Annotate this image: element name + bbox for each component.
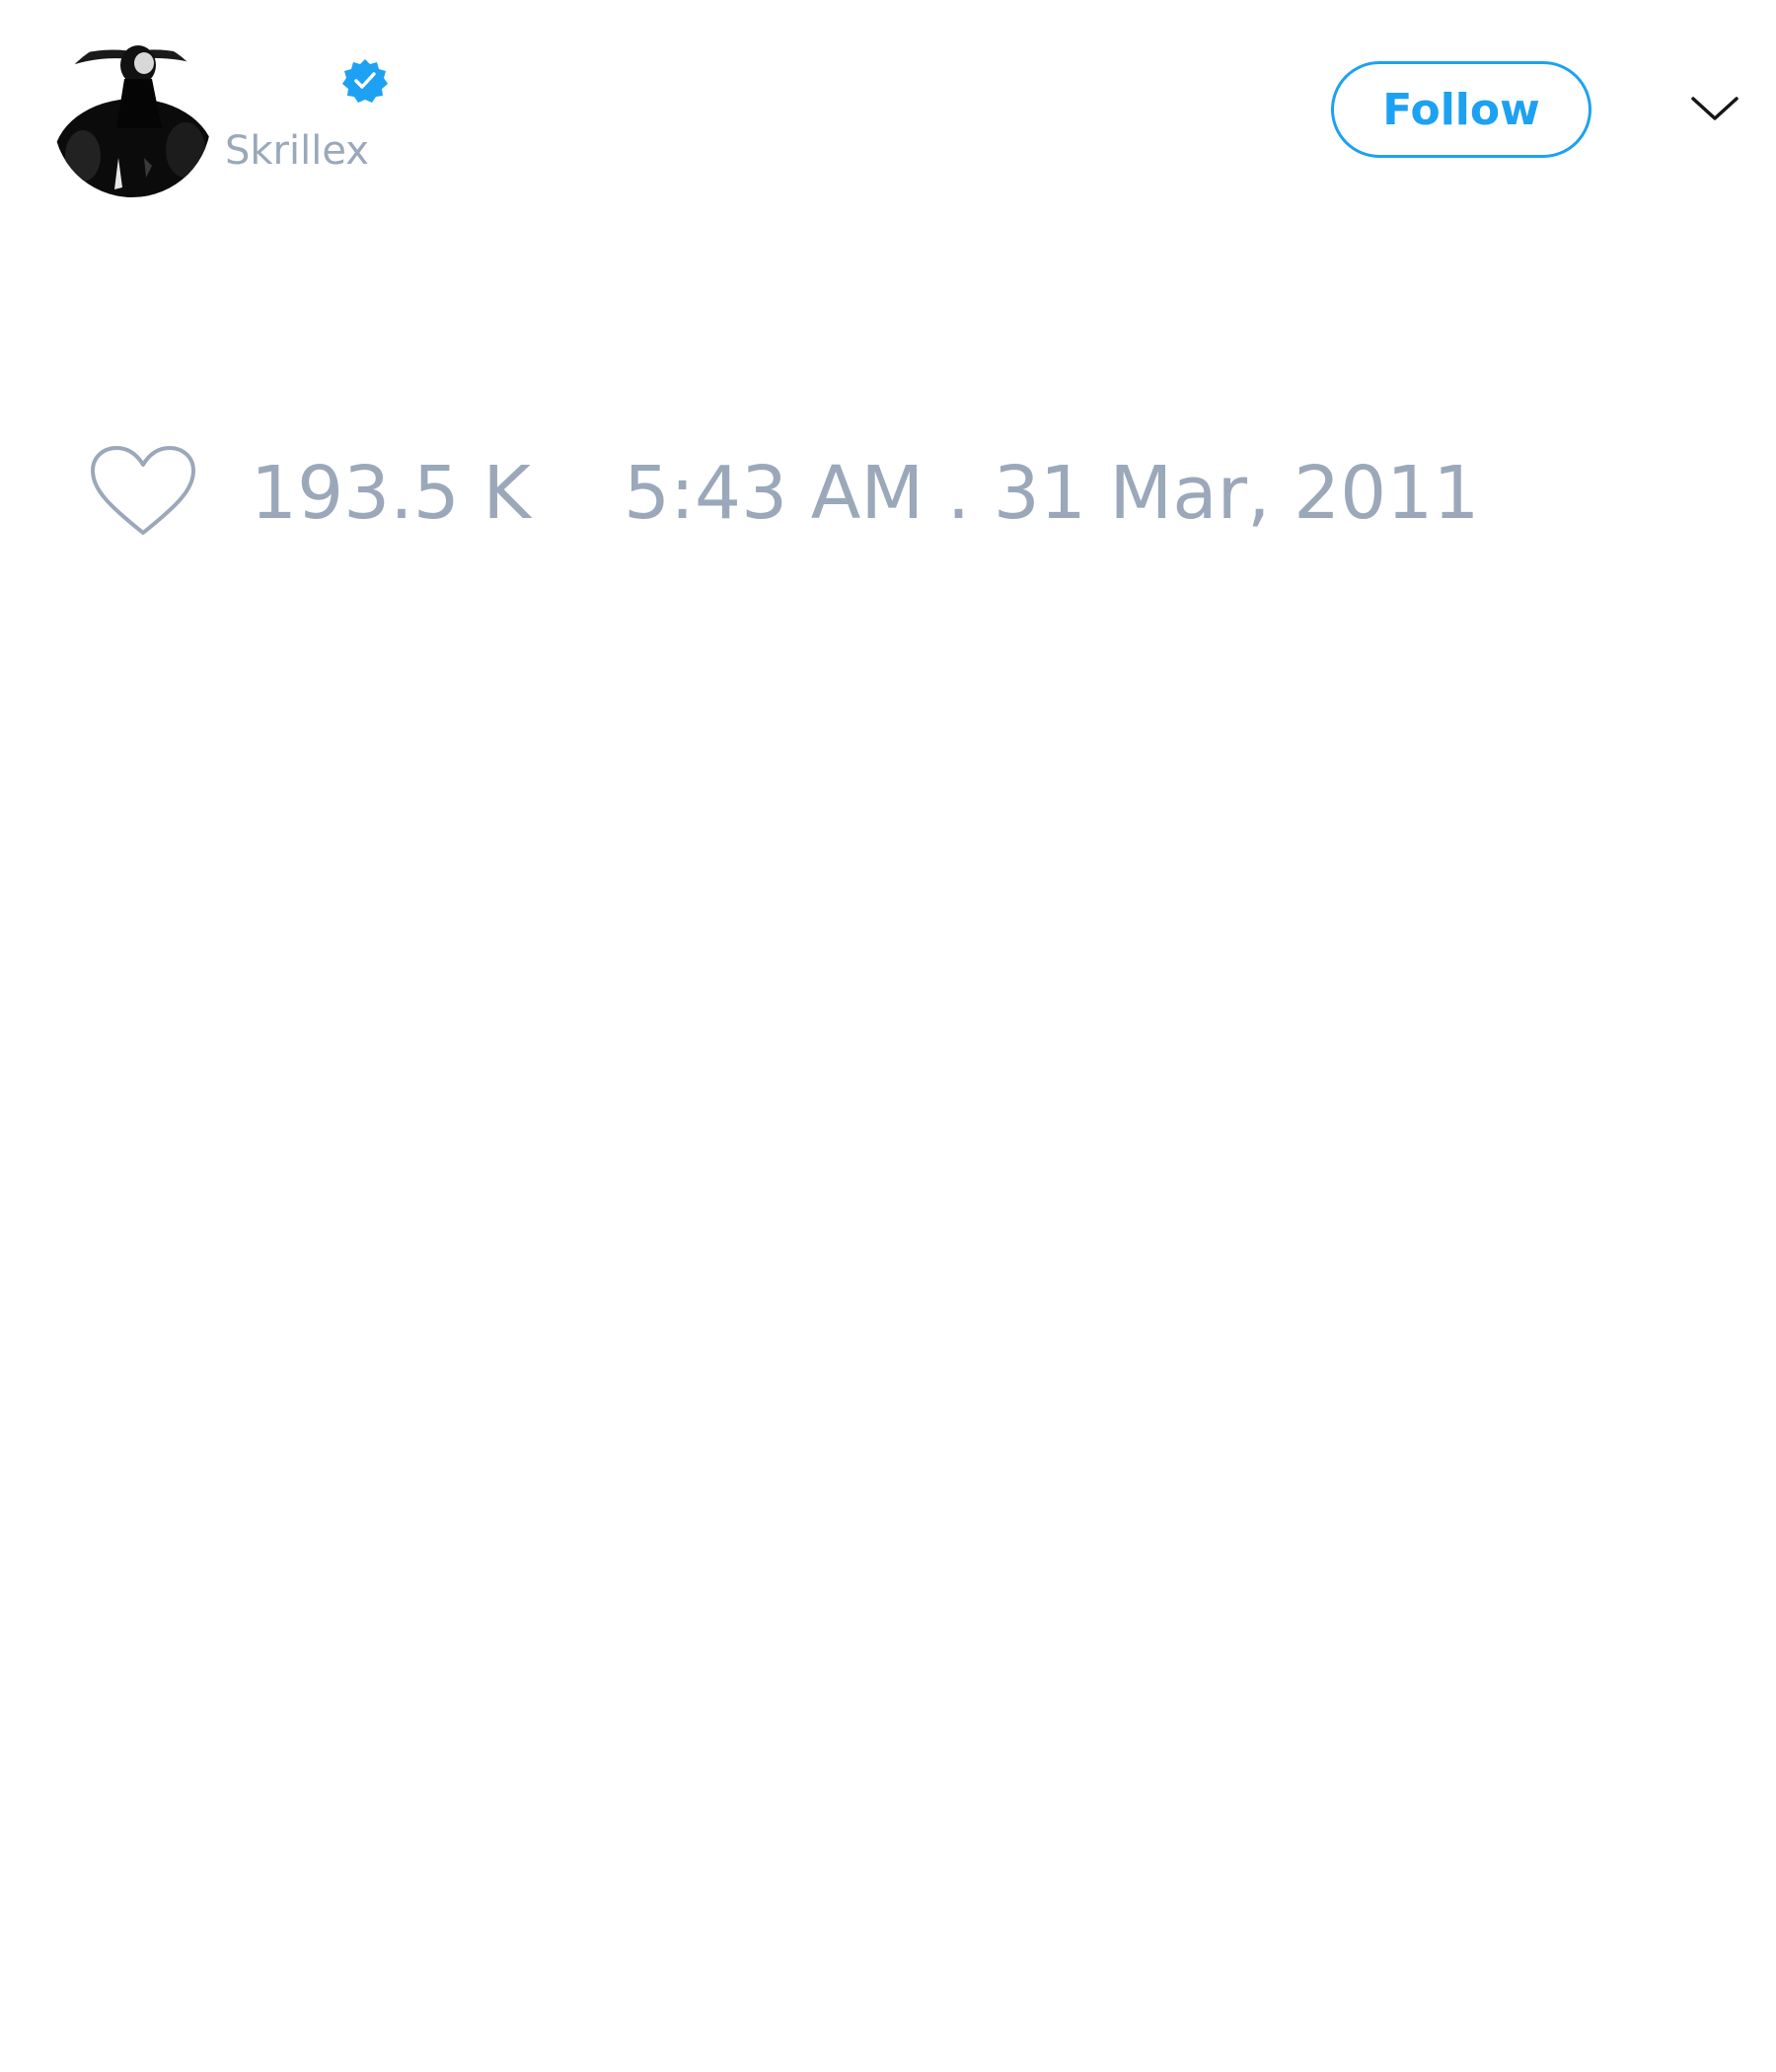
follow-button[interactable]: Follow bbox=[1331, 61, 1591, 158]
heart-outline-icon[interactable] bbox=[89, 444, 197, 543]
author-avatar[interactable] bbox=[53, 39, 211, 197]
like-count: 193.5 K bbox=[251, 451, 531, 536]
chevron-down-icon[interactable] bbox=[1689, 91, 1740, 126]
avatar-image bbox=[53, 39, 211, 197]
verified-badge-icon bbox=[341, 57, 389, 105]
author-handle[interactable]: Skrillex bbox=[225, 126, 369, 176]
tweet-card: Skrillex Follow 193.5 K 5:43 AM . 31 Mar… bbox=[0, 0, 1776, 2072]
tweet-stats-row: 193.5 K 5:43 AM . 31 Mar, 2011 bbox=[89, 444, 1569, 553]
tweet-timestamp[interactable]: 5:43 AM . 31 Mar, 2011 bbox=[624, 444, 1479, 543]
